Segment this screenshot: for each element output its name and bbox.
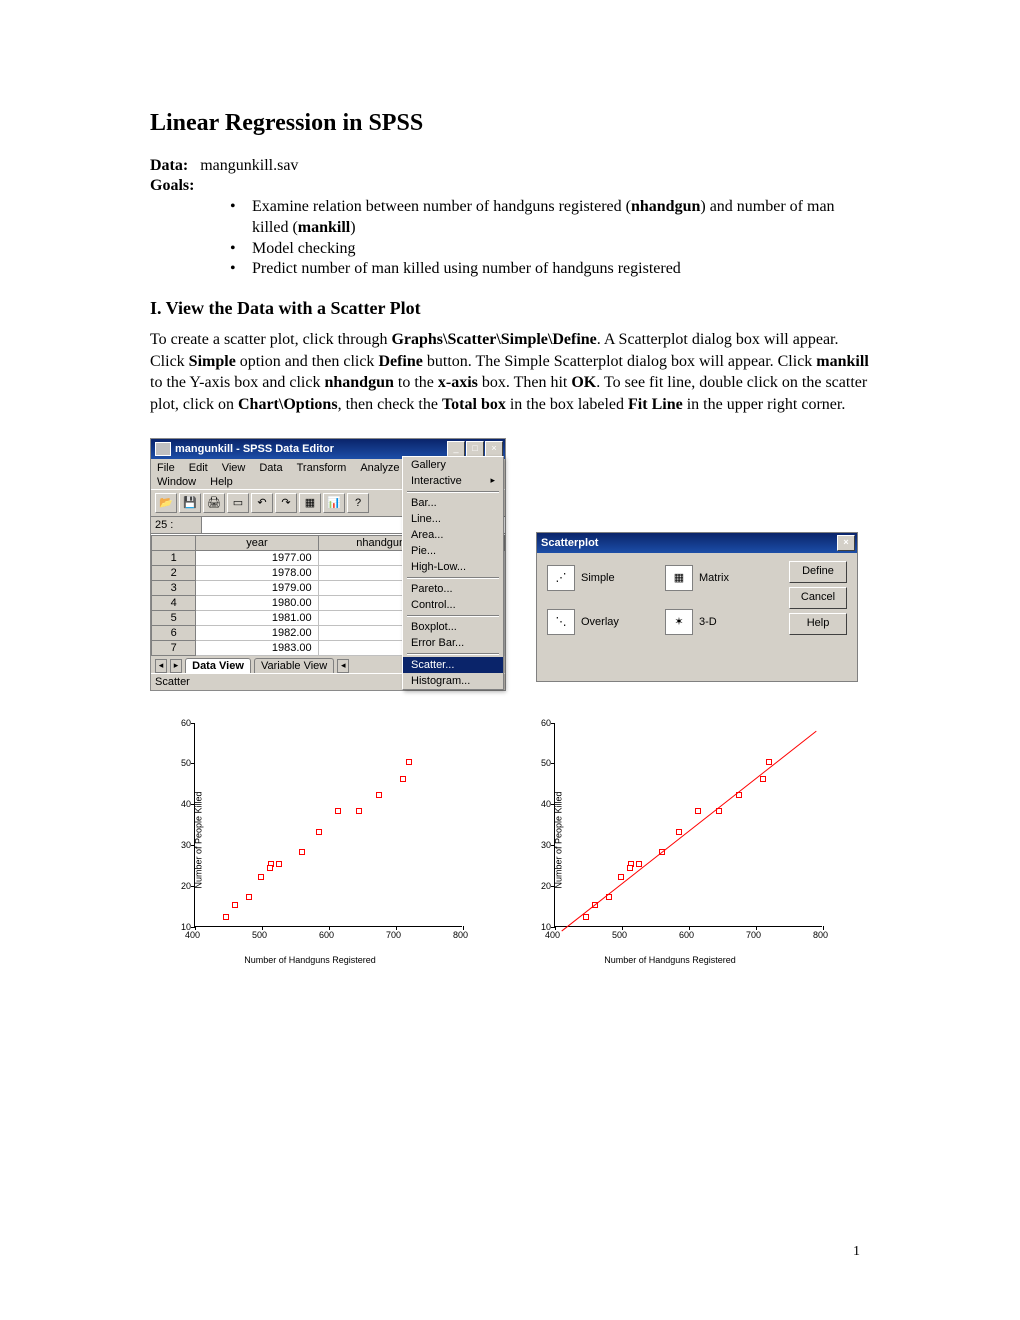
x-axis-label: Number of Handguns Registered [510,955,830,965]
redo-icon[interactable]: ↷ [275,493,297,513]
scatter-chart-right: 102030405060400500600700800 Number of Pe… [510,715,830,965]
menu-transform[interactable]: Transform [295,461,349,475]
goals-label: Goals: [150,177,870,195]
scatter-matrix-icon: ▦ [665,565,693,591]
data-line: Data: mangunkill.sav [150,157,870,175]
save-icon[interactable]: 💾 [179,493,201,513]
dialog-title: Scatterplot [541,537,598,549]
menu-item-errorbar[interactable]: Error Bar... [403,635,503,651]
help-icon[interactable]: ? [347,493,369,513]
menu-item-pie[interactable]: Pie... [403,543,503,559]
undo-icon[interactable]: ↶ [251,493,273,513]
graphs-menu: Gallery Interactive Bar... Line... Area.… [402,456,504,690]
tab-scroll-left[interactable]: ◂ [155,659,167,673]
goto-icon[interactable]: ▦ [299,493,321,513]
option-3d[interactable]: ✶3-D [665,609,717,635]
menu-item-gallery[interactable]: Gallery [403,457,503,473]
open-icon[interactable]: 📂 [155,493,177,513]
menu-item-bar[interactable]: Bar... [403,495,503,511]
section-heading: I. View the Data with a Scatter Plot [150,298,870,319]
option-simple[interactable]: ⋰Simple [547,565,615,591]
menu-item-line[interactable]: Line... [403,511,503,527]
menu-item-interactive[interactable]: Interactive [403,473,503,489]
menu-item-scatter[interactable]: Scatter... [403,657,503,673]
scatter-simple-icon: ⋰ [547,565,575,591]
help-button[interactable]: Help [789,613,847,635]
menu-edit[interactable]: Edit [187,461,210,475]
chart-icon[interactable]: 📊 [323,493,345,513]
menu-item-control[interactable]: Control... [403,597,503,613]
page-number: 1 [853,1244,860,1260]
maximize-button[interactable]: □ [466,441,484,457]
menu-item-highlow[interactable]: High-Low... [403,559,503,575]
menu-data[interactable]: Data [257,461,284,475]
menu-help[interactable]: Help [208,475,235,489]
cell-indicator: 25 : [151,517,202,533]
close-button[interactable]: × [485,441,503,457]
x-axis-label: Number of Handguns Registered [150,955,470,965]
define-button[interactable]: Define [789,561,847,583]
option-overlay[interactable]: ⋱Overlay [547,609,619,635]
tab-data-view[interactable]: Data View [185,658,251,673]
hscroll-left[interactable]: ◂ [337,659,349,673]
menu-analyze[interactable]: Analyze [358,461,401,475]
print-icon[interactable]: 🖨 [203,493,225,513]
y-axis-label: Number of People Killed [194,791,204,888]
tab-variable-view[interactable]: Variable View [254,658,334,673]
menu-window[interactable]: Window [155,475,198,489]
scatter-chart-left: 102030405060400500600700800 Number of Pe… [150,715,470,965]
window-title: mangunkill - SPSS Data Editor [175,443,334,455]
scatter-overlay-icon: ⋱ [547,609,575,635]
spss-data-editor-window: mangunkill - SPSS Data Editor _ □ × File… [150,438,506,691]
menu-view[interactable]: View [220,461,248,475]
scatter-3d-icon: ✶ [665,609,693,635]
tab-scroll-right[interactable]: ▸ [170,659,182,673]
menu-item-pareto[interactable]: Pareto... [403,581,503,597]
dialog-close-button[interactable]: × [837,535,855,551]
app-icon [155,442,171,456]
body-paragraph: To create a scatter plot, click through … [150,329,870,415]
menu-file[interactable]: File [155,461,177,475]
dialog-icon[interactable]: ▭ [227,493,249,513]
menu-item-area[interactable]: Area... [403,527,503,543]
page-title: Linear Regression in SPSS [150,110,870,137]
cancel-button[interactable]: Cancel [789,587,847,609]
y-axis-label: Number of People Killed [554,791,564,888]
scatterplot-dialog: Scatterplot × ⋰Simple ▦Matrix ⋱Overlay ✶… [536,532,858,682]
minimize-button[interactable]: _ [447,441,465,457]
menu-item-boxplot[interactable]: Boxplot... [403,619,503,635]
menu-item-histogram[interactable]: Histogram... [403,673,503,689]
option-matrix[interactable]: ▦Matrix [665,565,729,591]
goals-list: Examine relation between number of handg… [150,197,870,280]
